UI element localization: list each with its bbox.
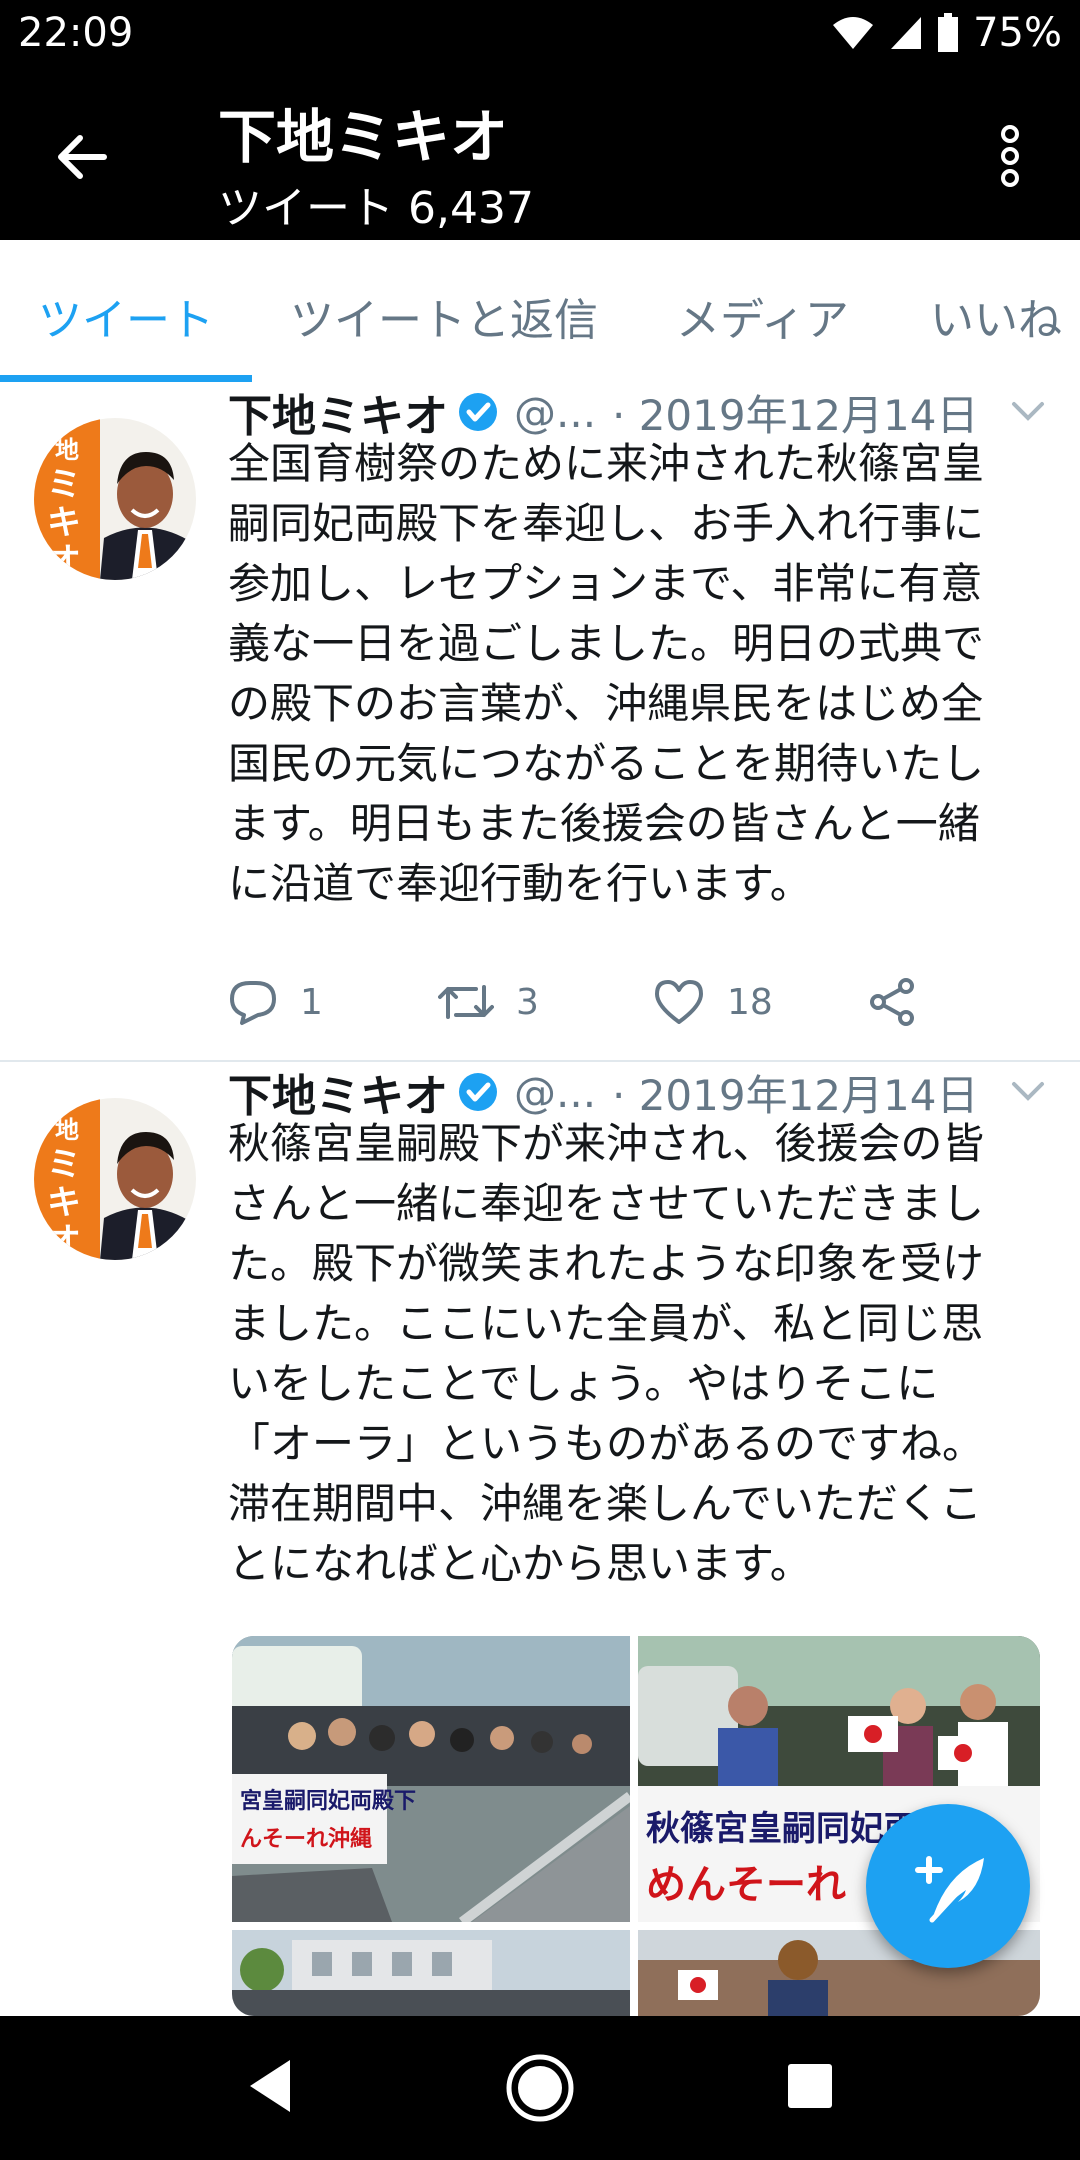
tweet-count: ツイート 6,437	[218, 183, 534, 234]
tab-media[interactable]: メディア	[676, 284, 849, 348]
svg-text:キ: キ	[47, 1183, 81, 1223]
tweet-header: 下地ミキオ @...	[228, 382, 596, 443]
more-options-icon[interactable]	[1000, 124, 1020, 188]
banner-text: んそーれ沖縄	[240, 1827, 372, 1852]
tab-tweets-and-replies[interactable]: ツイートと返信	[290, 284, 598, 348]
compose-quill-icon	[915, 1856, 984, 1923]
compose-tweet-button[interactable]	[866, 1804, 1030, 1968]
avatar[interactable]: 地 ミ キ オ	[34, 1098, 196, 1260]
avatar-image: 地 ミ キ オ	[34, 418, 196, 580]
heart-icon	[655, 980, 703, 1024]
avatar[interactable]: 地 ミ キ オ	[34, 418, 196, 580]
share-icon	[870, 978, 914, 1026]
svg-text:オ: オ	[47, 541, 81, 580]
system-nav-bar	[0, 2016, 1080, 2160]
svg-text:地: 地	[55, 436, 79, 464]
tweet-header: 下地ミキオ @...	[228, 1062, 596, 1123]
svg-text:地: 地	[55, 1116, 79, 1144]
tweet-date[interactable]: · 2019年12月14日	[612, 1062, 978, 1122]
tweet-date[interactable]: · 2019年12月14日	[612, 382, 978, 442]
author-handle[interactable]: @...	[514, 388, 596, 437]
nav-home-icon[interactable]	[504, 2052, 576, 2124]
chevron-down-icon[interactable]	[1010, 398, 1046, 426]
banner-text: 宮皇嗣同妃両殿下	[240, 1788, 416, 1814]
retweet-button[interactable]: 3	[438, 972, 539, 1032]
chevron-down-icon[interactable]	[1010, 1078, 1046, 1106]
banner-text: めんそーれ	[646, 1862, 846, 1908]
author-handle[interactable]: @...	[514, 1068, 596, 1117]
status-time: 22:09	[18, 10, 134, 56]
reply-icon	[230, 981, 276, 1025]
tweet-text: 全国育樹祭のために来沖された秋篠宮皇 嗣同妃両殿下を奉迎し、お手入れ行事に 参加…	[228, 439, 985, 908]
app-bar: 下地ミキオ ツイート 6,437	[0, 72, 1080, 240]
retweet-count: 3	[516, 981, 539, 1023]
tweet-actions: 1 3 18	[228, 972, 1048, 1032]
verified-badge-icon	[459, 393, 497, 431]
tab-indicator	[0, 375, 252, 382]
like-count: 18	[727, 981, 773, 1023]
tweet-text: 秋篠宮皇嗣殿下が来沖され、後援会の皆 さんと一緒に奉迎をさせていただきまし た。…	[228, 1119, 985, 1588]
tweet-photo[interactable]	[232, 1930, 630, 2016]
signal-icon	[891, 17, 922, 49]
tweet-card[interactable]: 地 ミ キ オ 下地ミキオ @... · 2019年12月14日 全国育樹祭のた…	[0, 382, 1080, 1060]
battery-level: 75%	[973, 10, 1062, 56]
verified-badge-icon	[459, 1073, 497, 1111]
reply-button[interactable]: 1	[228, 972, 323, 1032]
tab-tweets[interactable]: ツイート	[38, 284, 214, 348]
retweet-icon	[438, 985, 494, 1019]
profile-tabs: ツイート ツイートと返信 メディア いいね	[0, 240, 1080, 384]
svg-text:キ: キ	[47, 503, 81, 543]
status-icons: 75%	[831, 10, 1062, 56]
status-bar: 22:09 75%	[0, 0, 1080, 72]
avatar-image: 地 ミ キ オ	[34, 1098, 196, 1260]
wifi-icon	[833, 17, 874, 49]
battery-icon	[938, 13, 959, 52]
back-arrow-icon[interactable]	[52, 127, 112, 187]
tweet-photo[interactable]: 宮皇嗣同妃両殿下 んそーれ沖縄	[232, 1636, 630, 1922]
tab-likes[interactable]: いいね	[930, 284, 1062, 348]
svg-text:ミ: ミ	[47, 1145, 81, 1185]
share-button[interactable]	[868, 972, 918, 1032]
nav-back-icon[interactable]	[244, 2056, 296, 2116]
like-button[interactable]: 18	[653, 972, 773, 1032]
profile-name-title: 下地ミキオ	[218, 103, 509, 171]
reply-count: 1	[300, 981, 323, 1023]
svg-text:ミ: ミ	[47, 465, 81, 505]
svg-text:オ: オ	[47, 1221, 81, 1260]
nav-recents-icon[interactable]	[786, 2062, 834, 2110]
